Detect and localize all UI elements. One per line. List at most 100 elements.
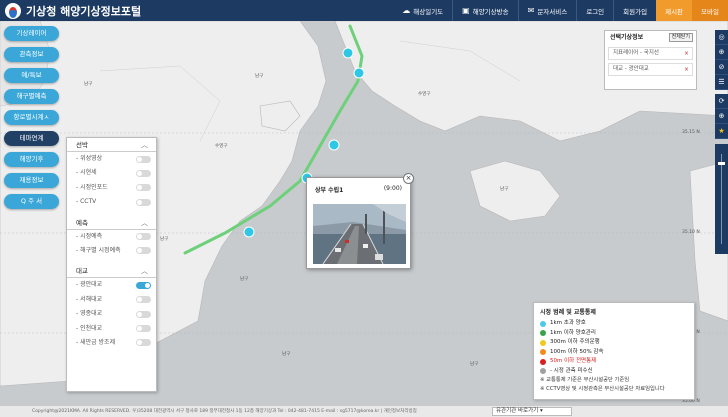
cctv-popup: 상부 수립1 (9:00) × bbox=[306, 173, 414, 269]
layer-toggle[interactable] bbox=[136, 281, 151, 289]
legend-item: 100m 이하 50% 감속 bbox=[540, 348, 688, 358]
legend-item: 50m 이하 전면통제 bbox=[540, 357, 688, 367]
cloud-icon: ☁ bbox=[402, 6, 411, 15]
cctv-point[interactable] bbox=[243, 226, 255, 238]
layer-toggle[interactable] bbox=[136, 184, 151, 192]
login-link[interactable]: 로그인 bbox=[576, 0, 613, 21]
layer-item[interactable]: - 영종대교 bbox=[67, 307, 156, 321]
locate-icon[interactable]: ◎ bbox=[715, 30, 728, 45]
legend-item: - 시정 관측 미수신 bbox=[540, 367, 688, 377]
layer-toggle[interactable] bbox=[136, 247, 151, 255]
layer-toggle[interactable] bbox=[136, 233, 151, 241]
target-icon[interactable]: ⊕ bbox=[715, 109, 728, 124]
mobile-link[interactable]: 모바일 bbox=[692, 0, 728, 21]
cctv-image[interactable] bbox=[313, 204, 406, 264]
selected-item[interactable]: 지표레이어 - 국지선 × bbox=[608, 47, 693, 60]
latitude-label: 35.10 N bbox=[682, 230, 700, 235]
layer-item[interactable]: - 새만금 방조제 bbox=[67, 336, 156, 350]
legend-item: 1km 이하 양호관리 bbox=[540, 329, 688, 339]
layer-icon[interactable]: ⊕ bbox=[715, 45, 728, 60]
layer-item[interactable]: - 해구별 시정예측 bbox=[67, 244, 156, 258]
nav-sms-service[interactable]: ✉ 문자서비스 bbox=[517, 0, 577, 21]
layer-item[interactable]: - 서해대교 bbox=[67, 293, 156, 307]
legend-dot bbox=[540, 358, 546, 365]
legend-note: ※ CCTV영상 및 시정관측은 부산시설공단 자료임입니다 bbox=[540, 386, 665, 392]
selected-item[interactable]: 대교 - 광안대교 × bbox=[608, 63, 693, 76]
map-label: 남구 bbox=[160, 237, 169, 242]
layer-item[interactable]: - 인천대교 bbox=[67, 322, 156, 336]
group-header[interactable]: 예측 ︿ bbox=[67, 216, 156, 230]
measure-icon[interactable]: ⊘ bbox=[715, 60, 728, 75]
menu-useful-info[interactable]: 재용정보 bbox=[4, 173, 59, 188]
signup-link[interactable]: 회원가입 bbox=[613, 0, 656, 21]
copyright-text: Copyright@2021KMA. All Rights RESERVED. … bbox=[32, 409, 417, 414]
remove-icon[interactable]: × bbox=[684, 64, 689, 75]
cctv-point[interactable] bbox=[328, 139, 340, 151]
related-sites-select[interactable]: 유관기관 바로가기 ▾ bbox=[492, 407, 572, 416]
map-tools: ◎ ⊕ ⊘ ☰ ⟳ ⊕ ★ bbox=[715, 30, 728, 254]
layer-toggle[interactable] bbox=[136, 296, 151, 304]
layer-toggle[interactable] bbox=[136, 155, 151, 163]
layer-item[interactable]: - 시정예측 bbox=[67, 230, 156, 244]
chevron-up-icon[interactable]: ︿ bbox=[141, 216, 148, 230]
map-label: 남구 bbox=[500, 187, 509, 192]
legend-title: 시정 범례 및 교통통제 bbox=[540, 309, 596, 316]
close-icon[interactable]: × bbox=[403, 173, 414, 184]
layer-item[interactable]: - 시정인포드 bbox=[67, 181, 156, 195]
legend-dot bbox=[540, 339, 546, 346]
layer-toggle[interactable] bbox=[136, 339, 151, 347]
remove-icon[interactable]: × bbox=[684, 48, 689, 59]
layer-toggle[interactable] bbox=[136, 198, 151, 206]
menu-search[interactable]: Q 주 서 bbox=[4, 194, 59, 209]
legend-item: 300m 이하 주의운행 bbox=[540, 338, 688, 348]
menu-theme-link[interactable]: 테마연계 bbox=[4, 131, 59, 146]
nav-weather-chart[interactable]: ☁ 해상일기도 bbox=[393, 0, 452, 21]
layer-item[interactable]: - CCTV bbox=[67, 195, 156, 209]
kma-logo-icon[interactable] bbox=[5, 2, 21, 19]
menu-observation[interactable]: 관측정보 bbox=[4, 47, 59, 62]
menu-forecast-warning[interactable]: 예/특보 bbox=[4, 68, 59, 83]
menu-ocean-climate[interactable]: 해양기후 bbox=[4, 152, 59, 167]
map-label: 남구 bbox=[255, 74, 264, 79]
close-all-button[interactable]: 전체닫기 bbox=[668, 33, 693, 42]
menu-weather-layer[interactable]: 기상레이어 bbox=[4, 26, 59, 41]
group-header[interactable]: 대교 ︿ bbox=[67, 264, 156, 279]
chevron-up-icon[interactable]: ︿ bbox=[141, 264, 148, 278]
layer-toggle[interactable] bbox=[136, 169, 151, 177]
menu-icon[interactable]: ☰ bbox=[715, 75, 728, 90]
legend-dot bbox=[540, 330, 546, 337]
star-icon[interactable]: ★ bbox=[715, 124, 728, 139]
legend-dot bbox=[540, 320, 546, 327]
layer-item[interactable]: - 위성영상 bbox=[67, 152, 156, 166]
header-bar: 기상청 해양기상정보포털 ☁ 해상일기도 ▣ 해양기상방송 ✉ 문자서비스 로그인 회… bbox=[0, 0, 728, 21]
radio-icon: ▣ bbox=[462, 6, 470, 15]
legend-dot bbox=[540, 349, 546, 356]
popup-title: 상부 수립1 bbox=[315, 187, 344, 194]
map-label: 남구 bbox=[470, 362, 479, 367]
map-label: 남구 bbox=[282, 352, 291, 357]
menu-route-visibility[interactable]: 항로별시계ㅅ bbox=[4, 110, 59, 125]
board-link[interactable]: 제시판 bbox=[656, 0, 693, 21]
portal-title[interactable]: 기상청 해양기상정보포털 bbox=[26, 3, 141, 19]
menu-sea-area-forecast[interactable]: 해구별예측 bbox=[4, 89, 59, 104]
cctv-point[interactable] bbox=[353, 67, 365, 79]
legend-dot bbox=[540, 368, 546, 375]
layer-toggle[interactable] bbox=[136, 310, 151, 318]
footer: Copyright@2021KMA. All Rights RESERVED. … bbox=[0, 406, 728, 417]
left-menu: 기상레이어 관측정보 예/특보 해구별예측 항로별시계ㅅ 테마연계 해양기후 재… bbox=[4, 26, 60, 215]
chevron-up-icon[interactable]: ︿ bbox=[141, 138, 148, 152]
zoom-handle[interactable] bbox=[718, 162, 725, 165]
map-label: 수영구 bbox=[418, 92, 431, 97]
map-label: 남구 bbox=[240, 277, 249, 282]
layer-item[interactable]: - 광안대교 bbox=[67, 278, 156, 292]
zoom-slider[interactable] bbox=[715, 144, 728, 254]
layer-item[interactable]: - 시현세 bbox=[67, 166, 156, 180]
refresh-icon[interactable]: ⟳ bbox=[715, 94, 728, 109]
cctv-point[interactable] bbox=[342, 47, 354, 59]
cctv-bridge-image bbox=[313, 204, 406, 264]
layer-toggle[interactable] bbox=[136, 325, 151, 333]
group-header[interactable]: 선박 ︿ bbox=[67, 138, 156, 152]
map-label: 수영구 bbox=[215, 144, 228, 149]
nav-broadcast[interactable]: ▣ 해양기상방송 bbox=[452, 0, 517, 21]
map-label: 남구 bbox=[84, 82, 93, 87]
